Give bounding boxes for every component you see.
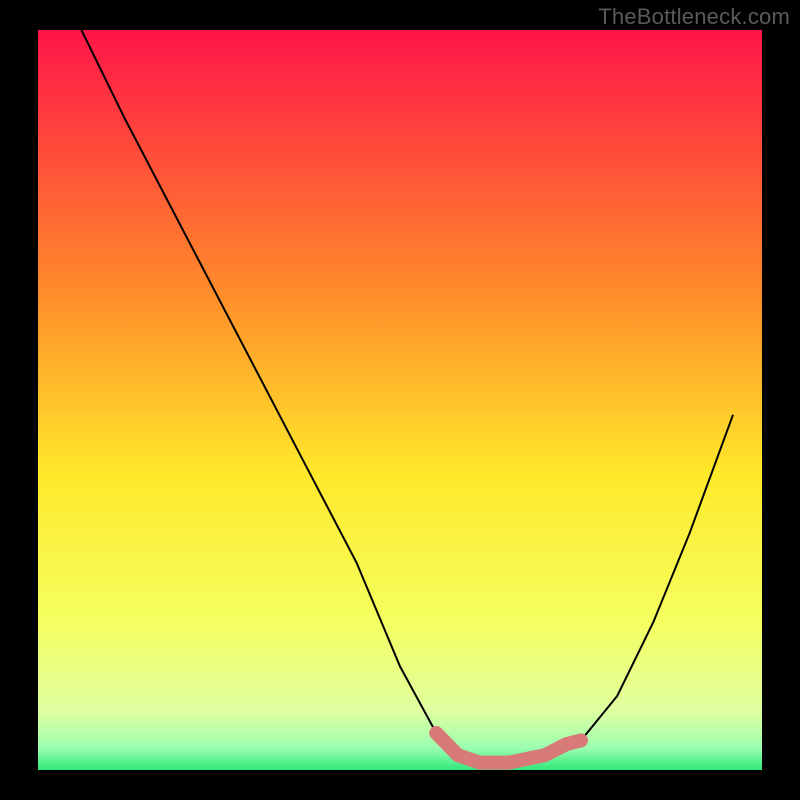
chart-canvas: TheBottleneck.com <box>0 0 800 800</box>
chart-svg <box>0 0 800 800</box>
watermark-text: TheBottleneck.com <box>598 4 790 30</box>
plot-area <box>38 30 762 770</box>
